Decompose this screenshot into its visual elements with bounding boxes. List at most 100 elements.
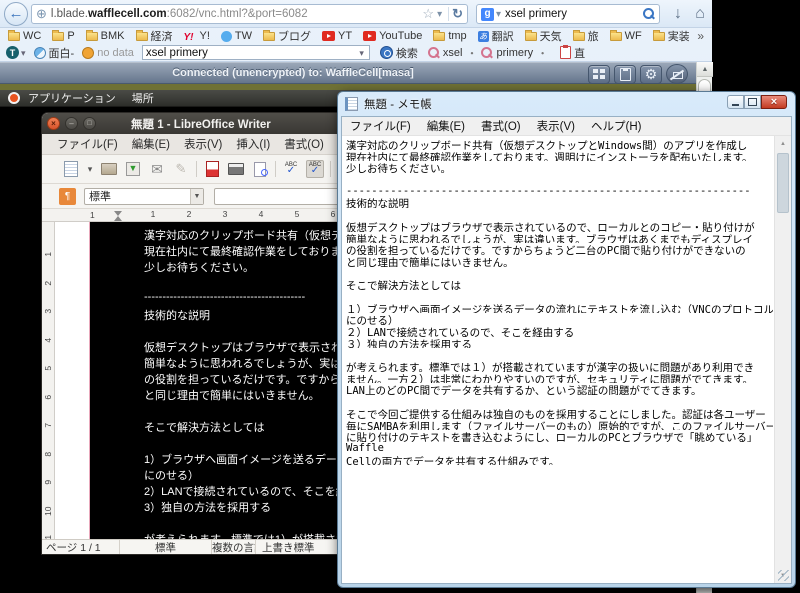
omoshiro-icon[interactable] bbox=[34, 47, 46, 59]
highlight-primery-label[interactable]: primery bbox=[496, 47, 533, 59]
spellcheck-icon[interactable] bbox=[282, 160, 300, 178]
notepad-text[interactable]: 漢字対応のクリップボード共有（仮想デスクトップとWindows間）のアプリを作成… bbox=[346, 138, 773, 583]
new-document-dropdown-icon[interactable] bbox=[86, 160, 94, 178]
notepad-close-button[interactable] bbox=[761, 95, 787, 109]
bookmark-item[interactable]: WC bbox=[8, 30, 41, 42]
status-item[interactable]: 標準 bbox=[120, 540, 212, 555]
back-button[interactable] bbox=[4, 2, 28, 26]
reload-icon[interactable] bbox=[452, 6, 463, 22]
addon-search-value[interactable]: xsel primery bbox=[146, 47, 357, 59]
writer-maximize-button[interactable] bbox=[83, 117, 96, 130]
kensaku-icon[interactable] bbox=[380, 46, 393, 59]
notepad-minimize-button[interactable] bbox=[727, 95, 744, 109]
auto-spellcheck-icon[interactable] bbox=[306, 160, 324, 178]
notepad-menu-item[interactable]: 表示(V) bbox=[529, 118, 583, 134]
panel-menu-item[interactable]: アプリケーション bbox=[28, 90, 116, 106]
writer-menu-item[interactable]: 編集(E) bbox=[125, 136, 177, 152]
save-icon[interactable] bbox=[124, 160, 142, 178]
vnc-clipboard-icon[interactable] bbox=[614, 65, 636, 84]
vnc-disconnect-icon[interactable] bbox=[666, 64, 688, 84]
print-icon[interactable] bbox=[227, 160, 245, 178]
bookmark-item[interactable]: WF bbox=[610, 30, 642, 42]
omoshiro-label[interactable]: 面白- bbox=[49, 45, 75, 61]
addon-search-dropdown-icon[interactable] bbox=[357, 47, 366, 59]
notepad-menu-item[interactable]: 書式(O) bbox=[473, 118, 529, 134]
notepad-scrollbar-thumb[interactable] bbox=[777, 153, 789, 213]
bookmark-item[interactable]: 翻訳 bbox=[478, 28, 514, 44]
search-input[interactable]: xsel primery bbox=[505, 8, 643, 20]
notepad-text-line: と同じ理由で簡単にはいきません。 bbox=[346, 255, 773, 267]
search-engine-dropdown-icon[interactable] bbox=[494, 8, 505, 20]
downloads-button[interactable] bbox=[668, 3, 688, 25]
apply-style-icon[interactable] bbox=[59, 188, 76, 205]
open-icon[interactable] bbox=[100, 160, 118, 178]
scrollbar-up-icon[interactable] bbox=[697, 62, 713, 77]
highlight-primery-icon[interactable] bbox=[481, 47, 493, 59]
bookmark-item[interactable]: ブログ bbox=[263, 28, 311, 44]
writer-menu-item[interactable]: 書式(O) bbox=[277, 136, 331, 152]
edit-mode-icon[interactable] bbox=[172, 160, 190, 178]
kensaku-label[interactable]: 検索 bbox=[396, 45, 418, 61]
status-item[interactable]: 標準 bbox=[294, 540, 315, 555]
bookmark-star-icon[interactable] bbox=[422, 6, 434, 22]
bookmark-item[interactable]: 実装 bbox=[653, 28, 690, 44]
bookmark-label: 経済 bbox=[151, 28, 173, 44]
vertical-ruler[interactable]: 1234567891011 bbox=[42, 222, 55, 541]
highlight-xsel-icon[interactable] bbox=[428, 47, 440, 59]
notepad-menu-item[interactable]: 編集(E) bbox=[419, 118, 473, 134]
bookmark-item[interactable]: YouTube bbox=[363, 30, 422, 42]
highlight-xsel-label[interactable]: xsel bbox=[443, 47, 463, 59]
face-icon[interactable] bbox=[82, 47, 94, 59]
panel-menu-item[interactable]: 場所 bbox=[132, 90, 154, 106]
resize-grip-icon[interactable] bbox=[778, 570, 789, 581]
search-engine-icon[interactable] bbox=[481, 8, 494, 21]
bookmark-item[interactable]: BMK bbox=[86, 30, 125, 42]
search-bar[interactable]: xsel primery bbox=[476, 4, 660, 24]
writer-menu-item[interactable]: 表示(V) bbox=[177, 136, 229, 152]
nao-label[interactable]: 直 bbox=[574, 45, 585, 61]
writer-menu-item[interactable]: 挿入(I) bbox=[229, 136, 277, 152]
bookmark-icon bbox=[433, 32, 445, 41]
bookmark-item[interactable]: 旅 bbox=[573, 28, 599, 44]
bookmarks-overflow-button[interactable]: » bbox=[689, 29, 712, 43]
status-item[interactable]: 上書き bbox=[256, 540, 294, 555]
clipboard-addon-icon[interactable] bbox=[560, 46, 571, 59]
style-combo-dropdown-icon[interactable] bbox=[190, 189, 203, 204]
bookmark-item[interactable]: tmp bbox=[433, 30, 466, 42]
notepad-menu-item[interactable]: ファイル(F) bbox=[342, 118, 419, 134]
notepad-menu-item[interactable]: ヘルプ(H) bbox=[583, 118, 649, 134]
bookmarks-list: WC P BMK 経済 bbox=[0, 28, 689, 44]
url-dropdown-icon[interactable] bbox=[434, 8, 445, 20]
addon-search-input[interactable]: xsel primery bbox=[142, 45, 370, 60]
status-item[interactable]: ページ 1 / 1 bbox=[42, 540, 120, 555]
vnc-extra-keys-icon[interactable] bbox=[588, 65, 610, 84]
bookmark-item[interactable]: P bbox=[52, 30, 74, 42]
notepad-scrollbar[interactable] bbox=[774, 136, 791, 583]
toolbar-divider bbox=[330, 161, 331, 177]
url-bar[interactable]: l.blade. wafflecell.com :6082/vnc.html?&… bbox=[31, 4, 468, 24]
export-pdf-icon[interactable] bbox=[203, 160, 221, 178]
writer-close-button[interactable] bbox=[47, 117, 60, 130]
bookmark-item[interactable]: YT bbox=[322, 30, 352, 42]
home-button[interactable] bbox=[690, 3, 710, 25]
paragraph-style-combo[interactable]: 標準 bbox=[84, 188, 204, 205]
bookmark-item[interactable]: Y! bbox=[184, 30, 210, 42]
writer-minimize-button[interactable] bbox=[65, 117, 78, 130]
indent-marker[interactable] bbox=[114, 211, 122, 216]
addon-t-dropdown-icon[interactable] bbox=[19, 47, 28, 59]
bookmark-item[interactable]: TW bbox=[221, 30, 252, 42]
vnc-settings-gear-icon[interactable] bbox=[640, 65, 662, 84]
print-preview-icon[interactable] bbox=[251, 160, 269, 178]
notepad-edit-area[interactable]: 漢字対応のクリップボード共有（仮想デスクトップとWindows間）のアプリを作成… bbox=[342, 136, 791, 583]
scroll-up-icon[interactable] bbox=[775, 136, 791, 151]
bookmark-item[interactable]: 天気 bbox=[525, 28, 562, 44]
status-item[interactable]: 複数の言語 bbox=[212, 540, 256, 555]
writer-menu-item[interactable]: ファイル(F) bbox=[50, 136, 125, 152]
search-go-icon[interactable] bbox=[643, 8, 655, 20]
ubuntu-logo-icon[interactable] bbox=[8, 92, 20, 104]
notepad-maximize-button[interactable] bbox=[744, 95, 761, 109]
new-document-icon[interactable] bbox=[62, 160, 80, 178]
bookmark-item[interactable]: 経済 bbox=[136, 28, 173, 44]
email-icon[interactable] bbox=[148, 160, 166, 178]
addon-t-icon[interactable] bbox=[6, 46, 19, 59]
